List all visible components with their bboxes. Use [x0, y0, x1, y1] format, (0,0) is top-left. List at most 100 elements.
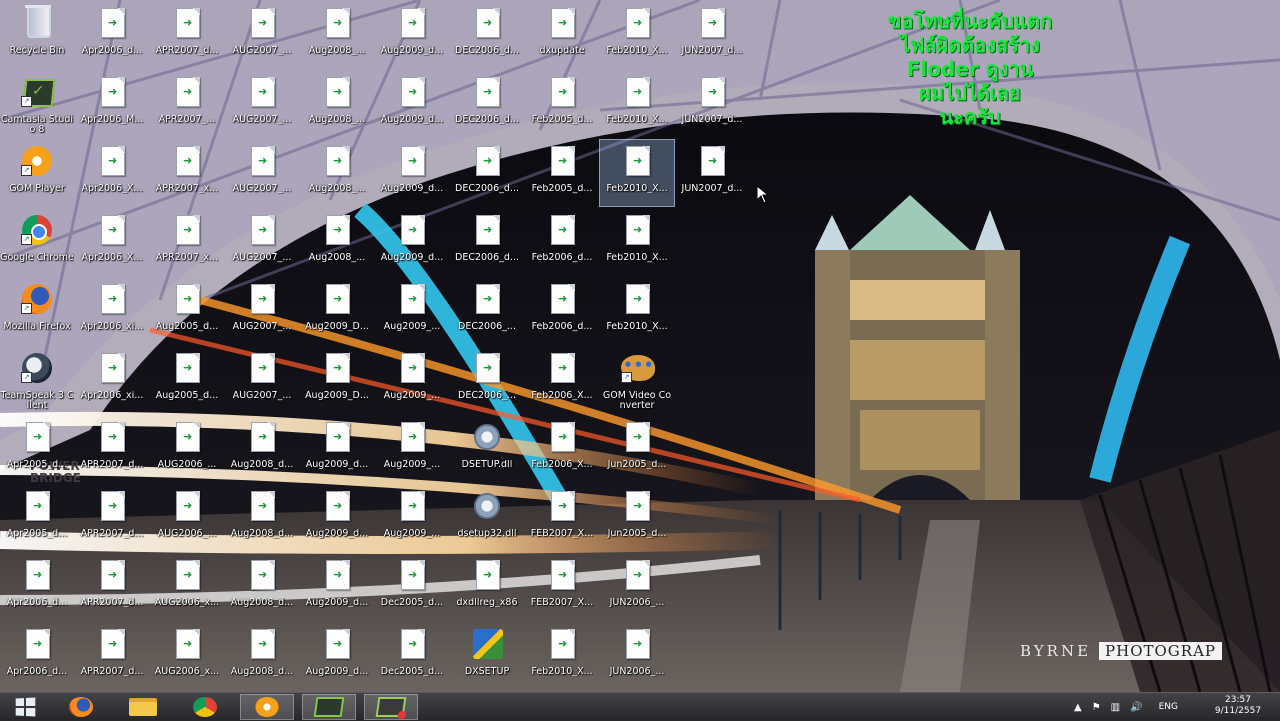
taskbar-firefox-button[interactable] [54, 694, 108, 720]
action-center-flag-icon[interactable]: ⚑ [1092, 702, 1101, 713]
desktop-icon[interactable]: ➜ JUN2006_... [600, 623, 674, 689]
desktop-icon[interactable]: ➜ APR2007_d... [75, 485, 149, 551]
clock[interactable]: 23:57 9/11/2557 [1205, 695, 1271, 717]
desktop-icon[interactable]: ➜ DEC2006_d... [450, 71, 524, 137]
desktop-icon[interactable]: ➜ AUG2006_... [150, 416, 224, 482]
show-hidden-icons-icon[interactable]: ▲ [1074, 702, 1082, 713]
desktop-icon[interactable]: ➜ Feb2010_X... [600, 209, 674, 275]
desktop-icon[interactable]: ➜ Apr2005_d... [0, 416, 74, 482]
desktop-icon[interactable]: ➜ Aug2009_d... [300, 416, 374, 482]
desktop-icon[interactable]: ➜ Aug2008_... [300, 71, 374, 137]
desktop-icon[interactable]: ➜ AUG2007_... [225, 347, 299, 413]
desktop-icon[interactable]: ➜ Aug2008_d... [225, 554, 299, 620]
language-indicator[interactable]: ENG [1159, 702, 1178, 712]
desktop-icon[interactable]: ➜ APR2007_d... [75, 416, 149, 482]
desktop-icon[interactable]: ➜ dxdllreg_x86 [450, 554, 524, 620]
desktop-icon[interactable]: ➜ APR2007_d... [75, 554, 149, 620]
desktop-icon[interactable]: ➜ Feb2006_X... [525, 416, 599, 482]
desktop-icon[interactable]: ➜ DEC2006_d... [450, 209, 524, 275]
desktop-icon[interactable]: ➜ Feb2006_d... [525, 209, 599, 275]
desktop-icon[interactable]: ➜ Aug2009_... [375, 416, 449, 482]
desktop-icon[interactable]: ➜ AUG2007_... [225, 278, 299, 344]
taskbar-gom-player-button[interactable] [240, 694, 294, 720]
desktop-icon[interactable]: ➜ Aug2009_d... [375, 71, 449, 137]
desktop-icon[interactable]: ➜ AUG2007_... [225, 140, 299, 206]
desktop-icon[interactable]: ↗ TeamSpeak 3 Client [0, 347, 74, 413]
taskbar-camtasia-studio-button[interactable] [364, 694, 418, 720]
taskbar-camtasia-recorder-button[interactable] [302, 694, 356, 720]
desktop-icon[interactable]: ➜ APR2007_x... [150, 209, 224, 275]
start-button[interactable] [4, 694, 46, 720]
desktop-icon[interactable]: ➜ Feb2010_X... [600, 2, 674, 68]
desktop-icon[interactable]: ↗ Mozilla Firefox [0, 278, 74, 344]
desktop-icon[interactable]: ➜ Dec2005_d... [375, 554, 449, 620]
desktop-icon[interactable]: ➜ Aug2008_... [300, 209, 374, 275]
desktop-icon[interactable]: ➜ Apr2006_X... [75, 209, 149, 275]
desktop-icon[interactable]: ➜ Feb2006_d... [525, 278, 599, 344]
desktop-icon[interactable]: ➜ AUG2006_x... [150, 554, 224, 620]
desktop-icon[interactable]: ➜ APR2007_d... [75, 623, 149, 689]
desktop-icon[interactable]: ➜ Aug2009_... [375, 347, 449, 413]
network-icon[interactable]: ▥ [1111, 702, 1120, 713]
desktop-icon[interactable]: ➜ Dec2005_d... [375, 623, 449, 689]
desktop-icon[interactable]: ➜ Jun2005_d... [600, 416, 674, 482]
desktop-icon[interactable]: ➜ Aug2009_d... [300, 554, 374, 620]
desktop-icon[interactable]: ➜ JUN2007_d... [675, 140, 749, 206]
desktop-icon[interactable]: ➜ JUN2007_d... [675, 2, 749, 68]
desktop-icon[interactable]: ➜ Feb2006_X... [525, 347, 599, 413]
desktop-icon[interactable]: ➜ Aug2008_d... [225, 485, 299, 551]
desktop-icon[interactable]: ➜ DEC2006_... [450, 347, 524, 413]
desktop-icon[interactable]: ➜ DEC2006_d... [450, 140, 524, 206]
desktop-icon[interactable]: ➜ Aug2009_d... [375, 140, 449, 206]
desktop-icon[interactable]: DXSETUP [450, 623, 524, 689]
desktop-icon[interactable]: ➜ Aug2008_... [300, 2, 374, 68]
desktop-icon[interactable]: ➜ Apr2006_d... [0, 623, 74, 689]
desktop-icon[interactable]: dsetup32.dll [450, 485, 524, 551]
desktop-icon[interactable]: ➜ Apr2005_d... [0, 485, 74, 551]
desktop-icon[interactable]: ➜ AUG2007_... [225, 2, 299, 68]
desktop-icon[interactable]: ↗ GOM Video Converter [600, 347, 674, 413]
desktop-icon[interactable]: ➜ APR2007_... [150, 71, 224, 137]
desktop-icon[interactable]: ➜ Aug2009_d... [300, 485, 374, 551]
desktop-icon[interactable]: DSETUP.dll [450, 416, 524, 482]
desktop-icon[interactable]: ↗ GOM Player [0, 140, 74, 206]
desktop-icon[interactable]: ➜ Aug2005_d... [150, 347, 224, 413]
desktop-icon[interactable]: Recycle Bin [0, 2, 74, 68]
desktop-icon[interactable]: ➜ Apr2006_xi... [75, 278, 149, 344]
desktop-icon[interactable]: ➜ DEC2006_d... [450, 2, 524, 68]
desktop-icon[interactable]: ➜ Apr2006_d... [0, 554, 74, 620]
desktop-icon[interactable]: ➜ Aug2009_d... [375, 209, 449, 275]
desktop-icon[interactable]: ➜ Aug2009_D... [300, 278, 374, 344]
desktop-icon[interactable]: ➜ Aug2009_D... [300, 347, 374, 413]
desktop-icon[interactable]: ➜ Aug2009_d... [375, 2, 449, 68]
taskbar-file-explorer-button[interactable] [116, 694, 170, 720]
desktop-icon[interactable]: ➜ AUG2007_... [225, 71, 299, 137]
desktop-icon[interactable]: ➜ Aug2009_... [375, 485, 449, 551]
desktop-icon[interactable]: ➜ Jun2005_d... [600, 485, 674, 551]
desktop-icon[interactable]: ➜ Aug2008_d... [225, 623, 299, 689]
desktop-icon[interactable]: ➜ Aug2009_... [375, 278, 449, 344]
desktop-icon[interactable]: ➜ Feb2010_X... [600, 71, 674, 137]
desktop-icon[interactable]: ➜ Aug2009_d... [300, 623, 374, 689]
desktop-icon[interactable]: ➜ Feb2005_d... [525, 71, 599, 137]
desktop-icon[interactable]: ➜ DEC2006_... [450, 278, 524, 344]
desktop-icon[interactable]: ➜ Apr2006_X... [75, 140, 149, 206]
desktop-icon[interactable]: ➜ Feb2005_d... [525, 140, 599, 206]
desktop-icon[interactable]: ➜ AUG2007_... [225, 209, 299, 275]
desktop-icon[interactable]: ➜ APR2007_d... [150, 2, 224, 68]
desktop-icon[interactable]: ➜ Aug2008_... [300, 140, 374, 206]
desktop-icon[interactable]: ➜ FEB2007_X... [525, 554, 599, 620]
desktop-icon[interactable]: ➜ Feb2010_X... [525, 623, 599, 689]
desktop-icon[interactable]: ➜ FEB2007_X... [525, 485, 599, 551]
desktop-icon[interactable]: ➜ AUG2006_x... [150, 623, 224, 689]
desktop-icon[interactable]: ➜ Feb2010_X... [600, 278, 674, 344]
desktop-icon[interactable]: ➜ Apr2006_d... [75, 2, 149, 68]
desktop-icon[interactable]: ➜ APR2007_x... [150, 140, 224, 206]
desktop-icon[interactable]: ➜ Aug2008_d... [225, 416, 299, 482]
desktop-icon[interactable]: ➜ dxupdate [525, 2, 599, 68]
volume-icon[interactable]: 🔊 [1130, 702, 1142, 713]
desktop-icon[interactable]: ↗ Camtasia Studio 8 [0, 71, 74, 137]
desktop-icon[interactable]: ➜ JUN2006_... [600, 554, 674, 620]
desktop-icon[interactable]: ➜ Feb2010_X... [599, 139, 675, 207]
desktop-icon[interactable]: ↗ Google Chrome [0, 209, 74, 275]
